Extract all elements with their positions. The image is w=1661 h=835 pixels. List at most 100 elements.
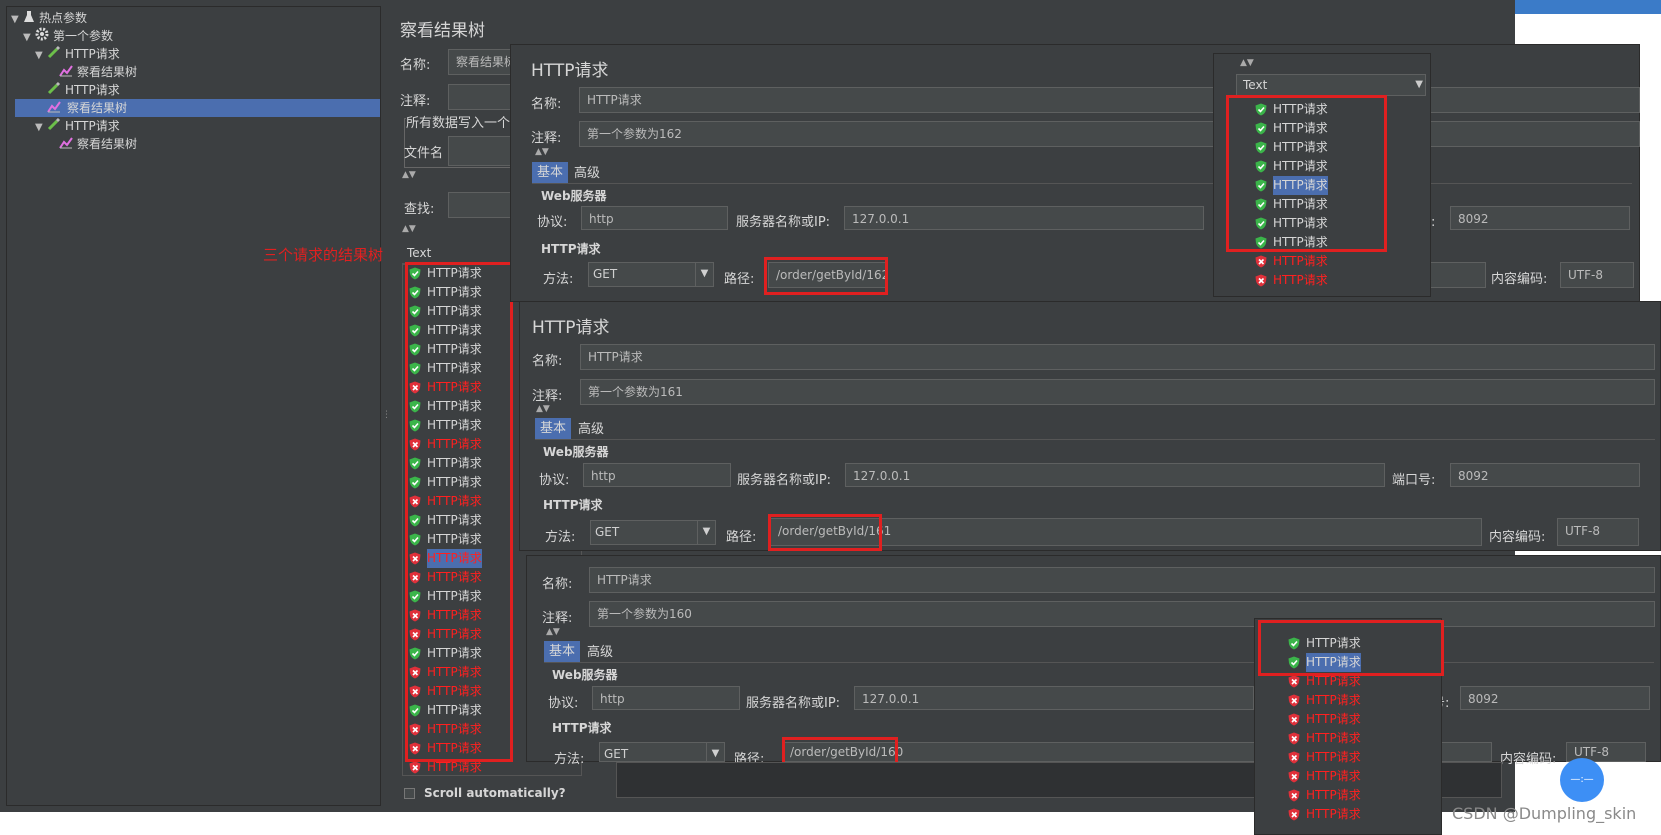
req162-path-label: 路径:: [724, 272, 755, 287]
req161-comment-field[interactable]: 第一个参数为161: [580, 379, 1655, 405]
req162-port-field[interactable]: 8092: [1450, 206, 1630, 230]
result-item[interactable]: HTTP请求: [1288, 748, 1438, 767]
error-shield-icon: [1255, 274, 1267, 287]
toggle-icon[interactable]: ▼: [11, 11, 23, 29]
toggle-icon[interactable]: ▼: [35, 119, 47, 137]
tree-item[interactable]: 察看结果树: [35, 99, 130, 117]
toggle-icon[interactable]: ▼: [35, 47, 47, 65]
error-shield-icon: [1288, 751, 1300, 764]
req162-method-label: 方法:: [543, 272, 574, 287]
annotation-label: 三个请求的结果树: [263, 246, 384, 264]
req161-server-field[interactable]: 127.0.0.1: [845, 463, 1385, 487]
floating-action-button[interactable]: —:—: [1560, 758, 1604, 802]
tree-item[interactable]: ▼ HTTP请求: [35, 45, 120, 63]
result-item[interactable]: HTTP请求: [1288, 729, 1438, 748]
req162-comment-field[interactable]: 第一个参数为162: [579, 121, 1640, 147]
splitter-handle[interactable]: ⋮: [382, 410, 391, 426]
req161-server-label: 服务器名称或IP:: [737, 473, 832, 488]
req161-method-label: 方法:: [545, 530, 576, 545]
req162-comment-label: 注释:: [531, 131, 562, 146]
filename-label: 文件名: [404, 146, 444, 161]
tree-item[interactable]: 察看结果树: [47, 63, 137, 81]
result-label: HTTP请求: [1306, 788, 1361, 802]
req161-comment-label: 注释:: [532, 389, 563, 404]
name-field[interactable]: 察看结果树: [448, 49, 518, 75]
name-label: 名称:: [400, 58, 431, 73]
result-label: HTTP请求: [1306, 731, 1361, 745]
collapse-arrows-icon[interactable]: ▲▼: [536, 404, 550, 414]
result-item[interactable]: HTTP请求: [1288, 691, 1438, 710]
req162-server-field[interactable]: 127.0.0.1: [844, 206, 1204, 230]
pipette-icon: [47, 45, 61, 64]
req162-tab-basic[interactable]: 基本: [532, 162, 569, 183]
search-field[interactable]: [448, 192, 518, 218]
error-shield-icon: [1288, 694, 1300, 707]
highlight-box: [1226, 95, 1387, 252]
tree-item-label: 热点参数: [39, 11, 88, 25]
req161-tab-advanced[interactable]: 高级: [573, 419, 609, 440]
tree-item[interactable]: ▼ HTTP请求: [35, 117, 120, 135]
collapse-arrows-icon[interactable]: ▲▼: [1240, 58, 1254, 68]
req161-tab-basic[interactable]: 基本: [535, 418, 572, 439]
tree-item[interactable]: HTTP请求: [35, 81, 120, 99]
collapse-arrows-icon[interactable]: ▲▼: [546, 627, 560, 637]
comment-field[interactable]: [448, 84, 518, 110]
page-title: 察看结果树: [400, 21, 485, 41]
req160-server-field[interactable]: 127.0.0.1: [854, 686, 1254, 710]
scroll-auto-checkbox[interactable]: [404, 788, 415, 799]
write-all-label: 所有数据写入一个: [406, 112, 511, 131]
collapse-arrows-icon[interactable]: ▲▼: [402, 224, 416, 234]
tree-item[interactable]: ▼ 热点参数: [11, 9, 87, 27]
req161-protocol-field[interactable]: http: [583, 463, 731, 487]
tree-item-label: 第一个参数: [53, 29, 114, 43]
highlight-box: [405, 262, 513, 762]
req160-name-field[interactable]: HTTP请求: [589, 567, 1655, 593]
req162-server-label: 服务器名称或IP:: [736, 215, 831, 230]
renderer-select[interactable]: Text: [402, 244, 512, 264]
req160-protocol-field[interactable]: http: [592, 686, 740, 710]
collapse-arrows-icon[interactable]: ▲▼: [535, 147, 549, 157]
req161-port-field[interactable]: 8092: [1450, 463, 1640, 487]
tree-item[interactable]: ▼ 第一个参数: [23, 27, 113, 45]
error-shield-icon: [1288, 770, 1300, 783]
result-item[interactable]: HTTP请求: [1255, 252, 1430, 271]
tree-item-label: HTTP请求: [65, 47, 120, 61]
tree-item-label: 察看结果树: [77, 137, 138, 151]
error-shield-icon: [1288, 808, 1300, 821]
req161-title: HTTP请求: [532, 318, 610, 338]
req162-tab-advanced[interactable]: 高级: [569, 163, 605, 184]
req160-method-select[interactable]: GET ▼: [599, 742, 725, 762]
req162-method-select[interactable]: GET ▼: [588, 262, 714, 287]
flask-icon: [23, 10, 35, 28]
req160-tab-advanced[interactable]: 高级: [582, 642, 618, 663]
error-shield-icon: [1288, 732, 1300, 745]
collapse-arrows-icon[interactable]: ▲▼: [402, 170, 416, 180]
popup162-renderer-select[interactable]: Text ▼: [1236, 74, 1426, 96]
chevron-down-icon: ▼: [695, 263, 713, 286]
tree-item[interactable]: 察看结果树: [47, 135, 137, 153]
req161-encoding-field[interactable]: UTF-8: [1557, 518, 1639, 546]
req160-encoding-label: 内容编码:: [1500, 752, 1557, 767]
result-item[interactable]: HTTP请求: [1255, 271, 1430, 290]
req162-protocol-field[interactable]: http: [581, 206, 728, 230]
req160-comment-field[interactable]: 第一个参数为160: [589, 601, 1655, 627]
req160-port-field[interactable]: 8092: [1460, 686, 1650, 710]
filename-field[interactable]: [448, 136, 518, 166]
req161-http-request-section: HTTP请求: [543, 498, 603, 512]
req162-encoding-field[interactable]: UTF-8: [1560, 262, 1634, 288]
renderer-value: Text: [407, 246, 432, 260]
result-label: HTTP请求: [1273, 254, 1328, 268]
req161-name-field[interactable]: HTTP请求: [580, 344, 1655, 370]
result-item[interactable]: HTTP请求: [1288, 710, 1438, 729]
highlight-box: [782, 737, 898, 762]
test-plan-tree: ▼ 热点参数 ▼ 第一个参数 ▼ HTTP请求 察看结果树 HTTP请求 察看结果树 ▼ HTTP请…: [6, 6, 381, 806]
req160-comment-label: 注释:: [542, 611, 573, 626]
result-item[interactable]: HTTP请求: [1288, 805, 1438, 824]
req162-web-server: Web服务器: [541, 189, 607, 203]
req160-tab-basic[interactable]: 基本: [544, 641, 581, 662]
toggle-icon[interactable]: ▼: [23, 29, 35, 47]
result-item[interactable]: HTTP请求: [1288, 786, 1438, 805]
req161-method-select[interactable]: GET ▼: [590, 520, 716, 545]
result-item[interactable]: HTTP请求: [1288, 767, 1438, 786]
req162-name-field[interactable]: HTTP请求: [579, 87, 1640, 113]
